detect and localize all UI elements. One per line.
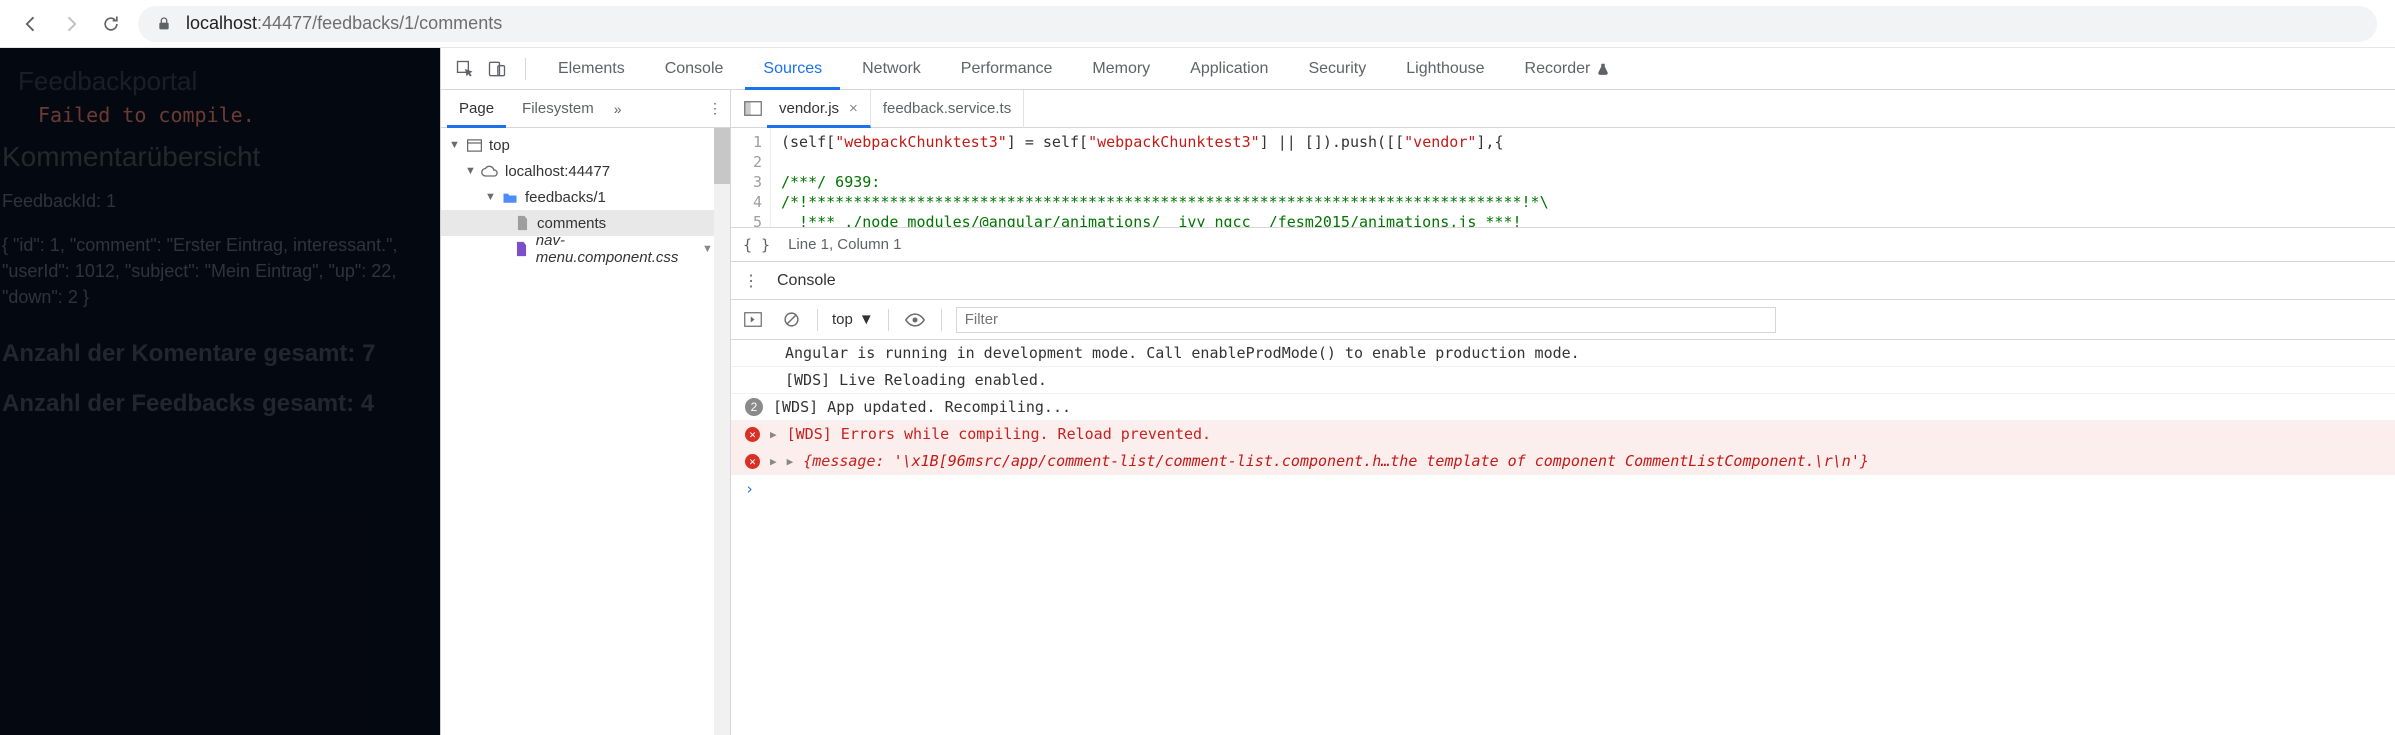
cursor-position: Line 1, Column 1 [788,236,901,253]
toggle-navigator-icon[interactable] [739,101,767,116]
device-toolbar-icon[interactable] [483,55,511,83]
tree-host[interactable]: ▼ localhost:44477 [441,158,730,184]
file-tree[interactable]: ▼ top ▼ localhost:44477 ▼ feedbacks/1 [441,128,730,735]
error-icon: ✕ [745,427,760,442]
tree-scrollbar[interactable] [714,128,730,735]
code-content: (self["webpackChunktest3"] = self["webpa… [771,128,2395,227]
console-sidebar-toggle-icon[interactable] [741,308,765,332]
clear-console-icon[interactable] [779,308,803,332]
address-bar[interactable]: localhost:44477/feedbacks/1/comments [138,6,2377,42]
chevron-right-icon: › [745,480,754,498]
nav-tab-overflow[interactable]: » [614,101,622,117]
error-overlay [0,48,440,735]
lock-icon [156,16,172,32]
expand-caret-icon[interactable]: ▶ [770,455,777,468]
live-expression-icon[interactable] [903,308,927,332]
reload-button[interactable] [98,11,124,37]
tab-network[interactable]: Network [844,48,939,90]
log-row: 2 [WDS] App updated. Recompiling... [731,394,2395,421]
editor-footer: { } Line 1, Column 1 [731,228,2395,262]
cloud-icon [481,162,499,180]
tree-label: nav-menu.component.css [536,232,696,266]
tree-file-css[interactable]: nav-menu.component.css ▼ [441,236,730,262]
log-row-error[interactable]: ✕ ▶ [WDS] Errors while compiling. Reload… [731,421,2395,448]
pretty-print-icon[interactable]: { } [743,236,770,254]
tree-label: comments [537,215,606,232]
editor-tabstrip: vendor.js × feedback.service.ts [731,90,2395,128]
error-icon: ✕ [745,454,760,469]
repeat-count-badge: 2 [745,398,763,416]
console-drawer-header: ⋮ Console [731,262,2395,300]
tab-recorder[interactable]: Recorder [1507,48,1629,90]
tab-console[interactable]: Console [647,48,742,90]
tree-folder[interactable]: ▼ feedbacks/1 [441,184,730,210]
tree-scrollbar-thumb[interactable] [714,128,730,184]
tree-label: feedbacks/1 [525,189,606,206]
inspect-element-icon[interactable] [451,55,479,83]
forward-button[interactable] [58,11,84,37]
tab-application[interactable]: Application [1172,48,1286,90]
css-file-icon [513,240,530,258]
code-editor[interactable]: 12345 (self["webpackChunktest3"] = self[… [731,128,2395,228]
tab-sources[interactable]: Sources [745,48,840,90]
expand-caret-icon[interactable]: ▶ [787,455,794,468]
flask-icon [1596,62,1610,76]
document-icon [513,214,531,232]
sources-navigator: Page Filesystem » ⋮ ▼ top ▼ localhost:44… [441,90,731,735]
tab-memory[interactable]: Memory [1074,48,1168,90]
window-icon [465,136,483,154]
devtools-tabstrip: Elements Console Sources Network Perform… [441,48,2395,90]
nav-tab-filesystem[interactable]: Filesystem [510,90,606,128]
file-tab-vendor[interactable]: vendor.js × [767,90,871,128]
nav-menu-icon[interactable]: ⋮ [708,100,722,117]
back-button[interactable] [18,11,44,37]
console-drawer-label[interactable]: Console [777,272,836,290]
tree-top[interactable]: ▼ top [441,132,730,158]
console-filter[interactable] [956,307,1776,333]
file-tab-feedback-service[interactable]: feedback.service.ts [871,90,1024,128]
folder-icon [501,188,519,206]
console-menu-icon[interactable]: ⋮ [743,271,759,291]
page-viewport: Feedbackportal Failed to compile. Kommen… [0,48,440,735]
context-selector[interactable]: top ▼ [832,311,874,328]
nav-tab-page[interactable]: Page [447,90,506,128]
log-row-error[interactable]: ✕ ▶ ▶ {message: '\x1B[96msrc/app/comment… [731,448,2395,475]
tab-performance[interactable]: Performance [943,48,1071,90]
tree-label: localhost:44477 [505,163,610,180]
devtools-panel: Elements Console Sources Network Perform… [440,48,2395,735]
console-toolbar: top ▼ [731,300,2395,340]
line-gutter: 12345 [731,128,771,227]
console-prompt[interactable]: › [731,475,2395,502]
url-text: localhost:44477/feedbacks/1/comments [186,13,502,34]
console-output[interactable]: Angular is running in development mode. … [731,340,2395,735]
close-icon[interactable]: × [849,100,858,117]
tab-security[interactable]: Security [1290,48,1384,90]
tab-elements[interactable]: Elements [540,48,643,90]
tree-label: top [489,137,510,154]
log-row: [WDS] Live Reloading enabled. [731,367,2395,394]
chevron-down-icon: ▼ [859,311,874,328]
browser-toolbar: localhost:44477/feedbacks/1/comments [0,0,2395,48]
console-filter-input[interactable] [956,307,1776,333]
tab-lighthouse[interactable]: Lighthouse [1388,48,1502,90]
log-row: Angular is running in development mode. … [731,340,2395,367]
expand-caret-icon[interactable]: ▶ [770,428,777,441]
